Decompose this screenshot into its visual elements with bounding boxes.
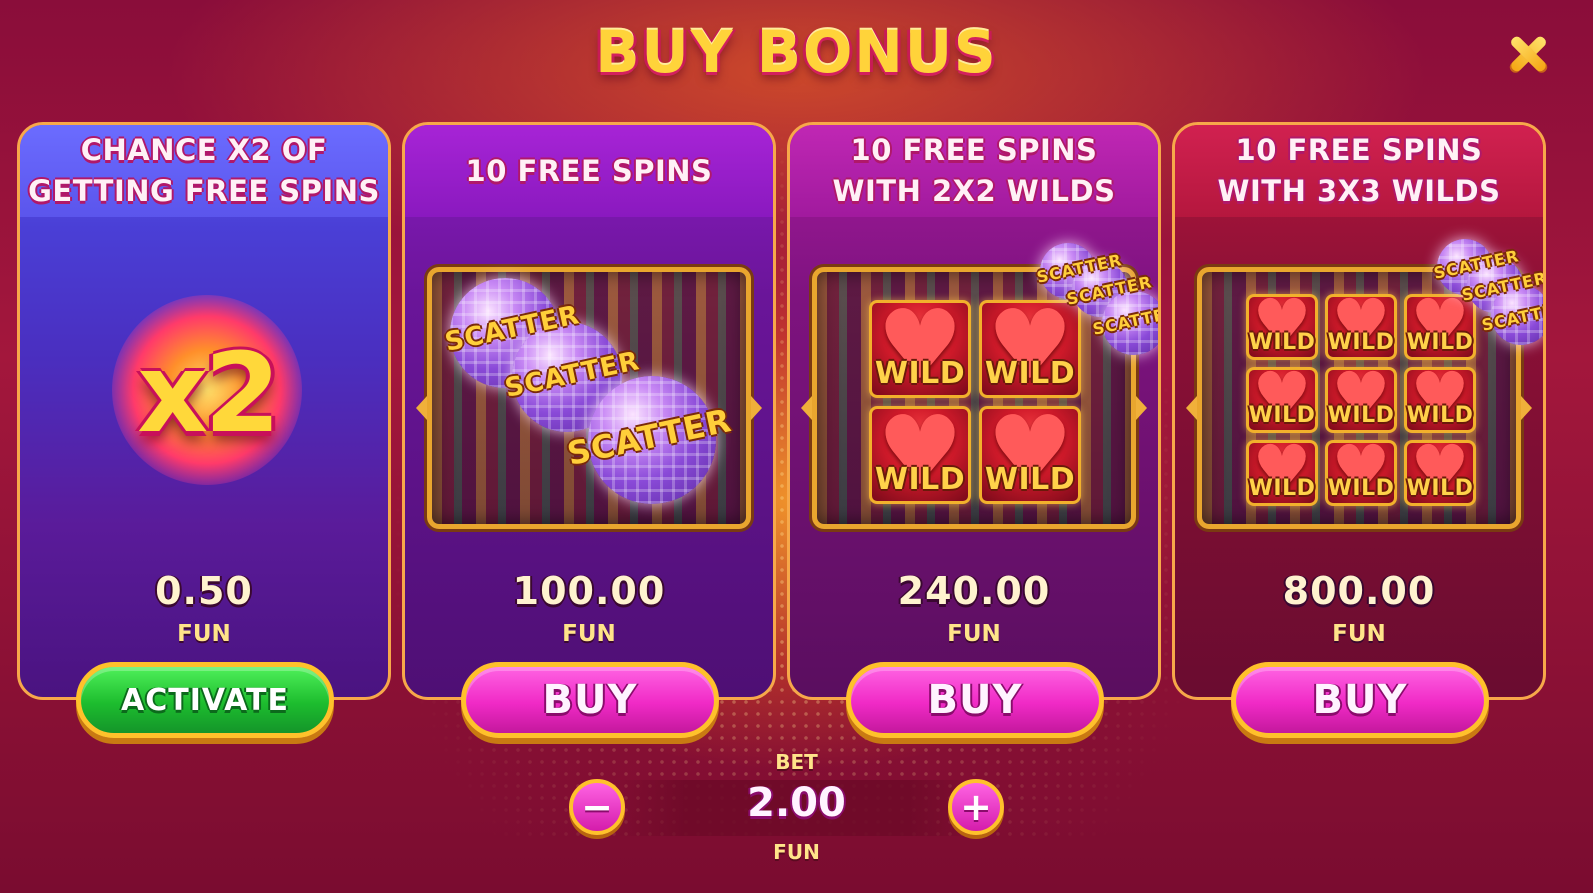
wild-label: WILD bbox=[1327, 330, 1395, 355]
wild-label: WILD bbox=[874, 356, 966, 391]
bonus-card-10-free-spins: 10 FREE SPINS SCATTER SCATTER SCATTER 10… bbox=[402, 122, 776, 700]
card-currency: FUN bbox=[177, 621, 231, 647]
card-heading-line: 10 FREE SPINS bbox=[1235, 133, 1483, 167]
wild-label: WILD bbox=[1248, 403, 1316, 428]
card-currency: FUN bbox=[562, 621, 616, 647]
wild-label: WILD bbox=[874, 462, 966, 497]
card-price: 800.00 bbox=[1282, 569, 1436, 613]
card-price: 240.00 bbox=[897, 569, 1051, 613]
card-price: 100.00 bbox=[512, 569, 666, 613]
multiplier-text: x2 bbox=[137, 329, 281, 457]
wild-symbol: WILD bbox=[1246, 364, 1318, 433]
wild-label: WILD bbox=[1248, 476, 1316, 501]
card-heading: 10 FREE SPINS WITH 2X2 WILDS bbox=[790, 125, 1158, 217]
card-heading: 10 FREE SPINS WITH 3X3 WILDS bbox=[1175, 125, 1543, 217]
card-price: 0.50 bbox=[155, 569, 253, 613]
wild-label: WILD bbox=[1248, 330, 1316, 355]
arrow-left-icon bbox=[801, 396, 812, 420]
arrow-right-icon bbox=[1136, 396, 1147, 420]
wild-symbol: WILD bbox=[1325, 437, 1397, 506]
card-heading-line: WITH 2X2 WILDS bbox=[832, 174, 1116, 208]
bonus-card-chance-x2: CHANCE X2 OF GETTING FREE SPINS x2 0.50 F… bbox=[17, 122, 391, 700]
card-heading: CHANCE X2 OF GETTING FREE SPINS bbox=[20, 125, 388, 217]
wild-label: WILD bbox=[1406, 330, 1474, 355]
bet-value: 2.00 bbox=[747, 780, 846, 826]
bet-label: BET bbox=[775, 750, 818, 774]
wild-label: WILD bbox=[1327, 403, 1395, 428]
arrow-left-icon bbox=[416, 396, 427, 420]
wild-symbol: WILD bbox=[1404, 437, 1476, 506]
card-heading-line: GETTING FREE SPINS bbox=[28, 174, 380, 208]
buy-button-2x2-wilds[interactable]: BUY bbox=[846, 662, 1104, 738]
wild-symbol: WILD bbox=[1404, 364, 1476, 433]
wild-symbol: WILD bbox=[979, 403, 1081, 504]
bonus-card-3x3-wilds: 10 FREE SPINS WITH 3X3 WILDS WILD WILD WI… bbox=[1172, 122, 1546, 700]
card-heading: 10 FREE SPINS bbox=[405, 125, 773, 217]
bet-currency: FUN bbox=[773, 840, 820, 864]
arrow-left-icon bbox=[1186, 396, 1197, 420]
arrow-right-icon bbox=[751, 396, 762, 420]
buy-button-3x3-wilds[interactable]: BUY bbox=[1231, 662, 1489, 738]
card-heading-line: 10 FREE SPINS bbox=[465, 153, 713, 188]
page-title: BUY BONUS bbox=[595, 18, 998, 86]
wild-label: WILD bbox=[1406, 476, 1474, 501]
wild-symbol: WILD bbox=[1325, 291, 1397, 360]
wild-symbol: WILD bbox=[979, 297, 1081, 398]
card-currency: FUN bbox=[1332, 621, 1386, 647]
wild-label: WILD bbox=[984, 462, 1076, 497]
close-icon[interactable] bbox=[1506, 32, 1550, 76]
wild-label: WILD bbox=[1327, 476, 1395, 501]
buy-button-10-free-spins[interactable]: BUY bbox=[461, 662, 719, 738]
preview-frame: SCATTER SCATTER SCATTER bbox=[416, 267, 762, 529]
bonus-card-2x2-wilds: 10 FREE SPINS WITH 2X2 WILDS WILD WILD WI… bbox=[787, 122, 1161, 700]
wild-label: WILD bbox=[984, 356, 1076, 391]
card-currency: FUN bbox=[947, 621, 1001, 647]
x2-multiplier-icon: x2 bbox=[112, 295, 302, 485]
wild-grid-3x3: WILD WILD WILD WILD WILD WILD WILD WILD … bbox=[1246, 291, 1476, 506]
card-heading-line: 10 FREE SPINS bbox=[850, 133, 1098, 167]
wild-symbol: WILD bbox=[1246, 291, 1318, 360]
wild-symbol: WILD bbox=[1325, 364, 1397, 433]
decrease-bet-button[interactable]: − bbox=[569, 779, 625, 835]
wild-symbol: WILD bbox=[869, 297, 971, 398]
card-heading-line: WITH 3X3 WILDS bbox=[1217, 174, 1501, 208]
card-heading-line: CHANCE X2 OF bbox=[80, 133, 328, 167]
wild-symbol: WILD bbox=[1246, 437, 1318, 506]
wild-grid-2x2: WILD WILD WILD WILD bbox=[869, 297, 1081, 504]
wild-label: WILD bbox=[1406, 403, 1474, 428]
increase-bet-button[interactable]: + bbox=[948, 779, 1004, 835]
wild-symbol: WILD bbox=[869, 403, 971, 504]
arrow-right-icon bbox=[1521, 396, 1532, 420]
preview-frame: WILD WILD WILD WILD WILD WILD WILD WILD … bbox=[1186, 267, 1532, 529]
activate-button[interactable]: ACTIVATE bbox=[76, 662, 334, 738]
